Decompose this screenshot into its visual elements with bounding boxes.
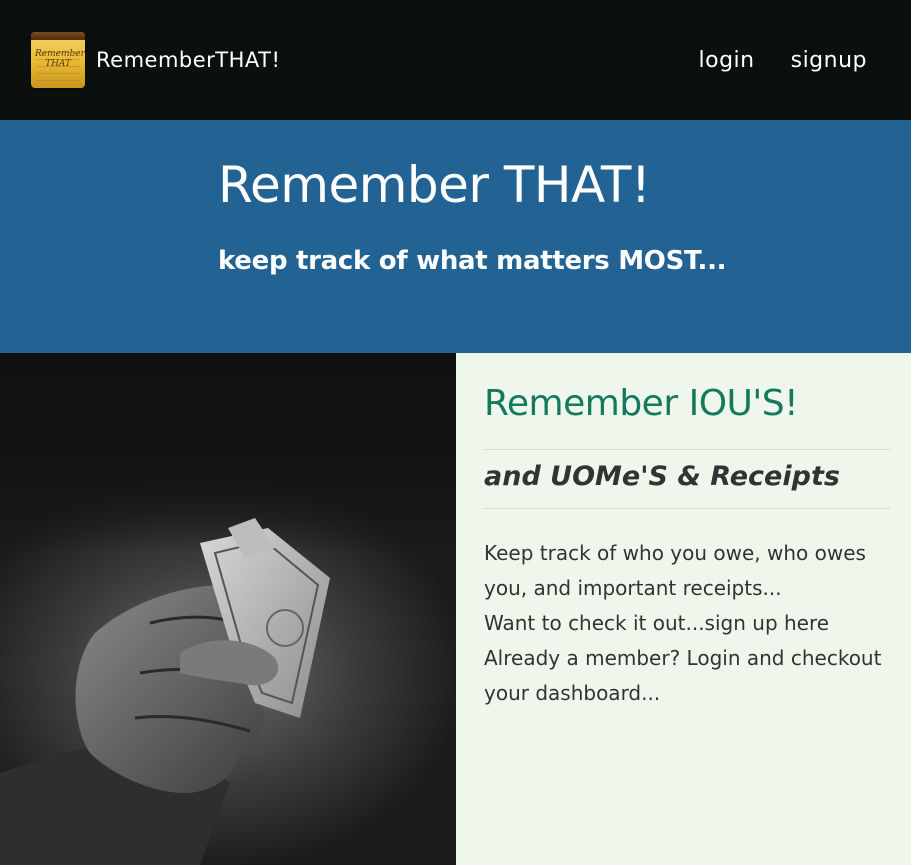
body-line-1: Keep track of who you owe, who owes you,… — [484, 541, 866, 600]
brand-name: RememberTHAT! — [96, 48, 281, 72]
nav-links: login signup — [699, 48, 867, 73]
signup-link[interactable]: signup — [791, 48, 867, 73]
iou-section: Remember IOU'S! and UOMe'S & Receipts Ke… — [456, 353, 911, 865]
navbar: Remember!! THAT RememberTHAT! login sign… — [0, 0, 911, 120]
divider-bottom — [484, 508, 890, 509]
hand-holding-dollar-photo — [0, 353, 456, 865]
hero-banner: Remember THAT! keep track of what matter… — [0, 120, 911, 353]
hero-subtitle: keep track of what matters MOST... — [218, 246, 727, 276]
section-body: Keep track of who you owe, who owes you,… — [484, 536, 894, 711]
login-link[interactable]: login — [699, 48, 755, 73]
body-line-3: Already a member? Login and checkout you… — [484, 646, 882, 705]
body-line-2: Want to check it out...sign up here — [484, 611, 830, 635]
notepad-logo-icon: Remember!! THAT — [31, 32, 85, 88]
brand-link[interactable]: Remember!! THAT RememberTHAT! — [31, 32, 280, 88]
divider-top — [484, 449, 890, 450]
section-subtitle: and UOMe'S & Receipts — [484, 461, 840, 492]
logo-text: Remember!! THAT — [35, 49, 85, 69]
section-title: Remember IOU'S! — [484, 383, 799, 424]
hero-title: Remember THAT! — [218, 156, 651, 214]
